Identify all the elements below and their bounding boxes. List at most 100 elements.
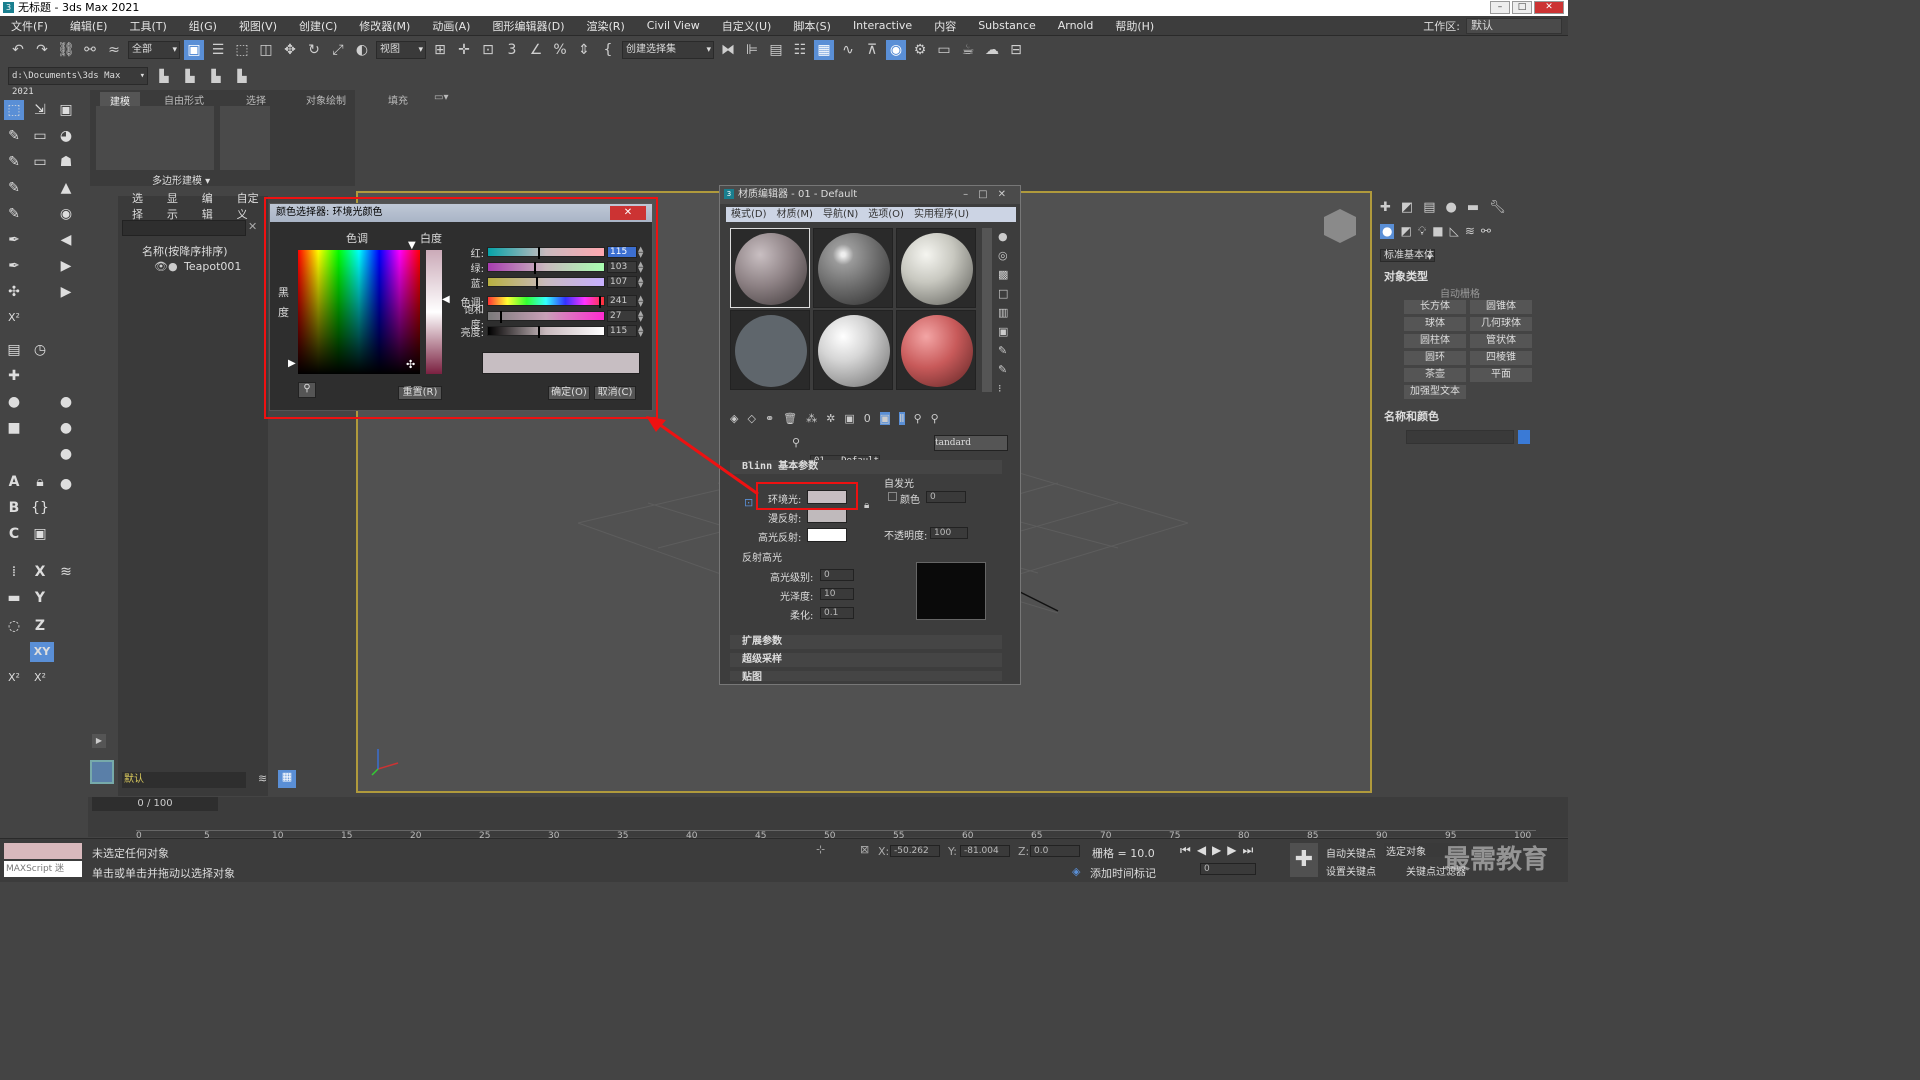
project-path-dropdown[interactable]: d:\Documents\3ds Max 2021 [8, 67, 148, 97]
lights-icon[interactable]: 💡︎ [1418, 224, 1426, 239]
brush-icon[interactable]: ✎ [4, 178, 24, 198]
preview-icon[interactable]: ▣ [998, 325, 1008, 338]
me-menu-navigation[interactable]: 导航(N) [818, 207, 863, 222]
play-icon[interactable]: ▶ [56, 256, 76, 276]
angle-snap-icon[interactable]: ∠ [526, 40, 546, 60]
curve-editor-icon[interactable]: ∿ [838, 40, 858, 60]
layers-icon[interactable]: ≋ [56, 562, 76, 582]
redo-icon[interactable]: ↷ [32, 40, 52, 60]
text-a-icon[interactable]: A [4, 472, 24, 492]
circle-icon[interactable]: ● [56, 392, 76, 412]
cameras-icon[interactable]: ■ [1432, 224, 1443, 239]
window-crossing-icon[interactable]: ◫ [256, 40, 276, 60]
menu-arnold[interactable]: Arnold [1047, 19, 1105, 32]
spacewarps-icon[interactable]: ≋ [1465, 224, 1475, 239]
motion-tab-icon[interactable]: ● [1446, 200, 1457, 215]
place-icon[interactable]: ◐ [352, 40, 372, 60]
maximize-button[interactable]: □ [1512, 1, 1532, 14]
video-check-icon[interactable]: ▥ [998, 306, 1008, 319]
me-menu-modes[interactable]: 模式(D) [726, 207, 772, 222]
stack-icon[interactable]: ▤ [4, 340, 24, 360]
object-type-header[interactable]: 对象类型 [1384, 268, 1428, 284]
axis-z-icon[interactable]: Z [30, 616, 50, 636]
tab-object-paint[interactable]: 对象绘制 [306, 92, 346, 107]
menu-edit[interactable]: 编辑(E) [59, 18, 119, 34]
slots-scrollbar[interactable] [982, 228, 992, 392]
sphere2-icon[interactable]: ◉ [56, 204, 76, 224]
helpers-icon[interactable]: ◺ [1450, 224, 1459, 239]
soften-value[interactable]: 0.1 [820, 607, 854, 619]
project-settings-icon[interactable]: ▙ [232, 66, 252, 86]
show-end-result-icon[interactable]: Ⅱ [899, 412, 905, 425]
mirror-icon[interactable]: ⧓ [718, 40, 738, 60]
reset-button[interactable]: 重置(R) [398, 386, 442, 400]
undo-icon[interactable]: ↶ [8, 40, 28, 60]
tube-button[interactable]: 管状体 [1470, 334, 1532, 348]
expand-arrow-icon[interactable]: ▶ [92, 734, 106, 748]
layer-grid-icon[interactable]: ▦ [278, 770, 296, 788]
scene-search-clear-icon[interactable]: ✕ [248, 220, 257, 233]
dotted-circle-icon[interactable]: ◌ [4, 616, 24, 636]
menu-modifiers[interactable]: 修改器(M) [348, 18, 421, 34]
align-icon[interactable]: ⊫ [742, 40, 762, 60]
specular-color-swatch[interactable] [807, 528, 847, 542]
brace-icon[interactable]: {} [30, 498, 50, 518]
put-to-library-icon[interactable]: ▣ [844, 412, 854, 425]
ok-button[interactable]: 确定(O) [548, 386, 590, 400]
background-icon[interactable]: ▩ [998, 268, 1008, 281]
speaker-icon[interactable]: ◀ [56, 230, 76, 250]
minimize-button[interactable]: – [1490, 1, 1510, 14]
spec-level-value[interactable]: 0 [820, 569, 854, 581]
blue-slider[interactable] [487, 277, 605, 289]
maps-rollout[interactable]: 贴图 [730, 671, 1002, 681]
scene-item-teapot[interactable]: Teapot001 [184, 260, 241, 273]
saturation-spinner-icon[interactable]: ▲ ▼ [638, 310, 644, 323]
pen-icon[interactable]: ✎ [4, 204, 24, 224]
menu-views[interactable]: 视图(V) [228, 18, 288, 34]
material-type-button[interactable]: tandard (Legacy [934, 435, 1008, 451]
viewport-icon[interactable]: ▣ [56, 100, 76, 120]
hue-slider[interactable] [487, 296, 605, 308]
scene-tab-select[interactable]: 选择 [132, 190, 153, 222]
menu-tools[interactable]: 工具(T) [118, 18, 177, 34]
menu-graph-editors[interactable]: 图形编辑器(D) [481, 18, 575, 34]
create-project-icon[interactable]: ▙ [180, 66, 200, 86]
geometry-icon[interactable]: ● [1380, 224, 1395, 239]
y-coord[interactable]: -81.004 [960, 845, 1010, 857]
shapes-icon[interactable]: ◩ [1400, 224, 1411, 239]
selection-filter-dropdown[interactable]: 全部 [128, 41, 180, 59]
mat-id-icon[interactable]: 0 [864, 412, 871, 425]
supersampling-rollout[interactable]: 超级采样 [730, 653, 1002, 667]
link-icon[interactable]: ⛓ [56, 40, 76, 60]
xform3-icon[interactable]: X² [30, 668, 50, 688]
ruler-icon[interactable]: ▬ [4, 588, 24, 608]
text-c-icon[interactable]: C [4, 524, 24, 544]
save-icon[interactable]: ▣ [30, 524, 50, 544]
diffuse-color-swatch[interactable] [807, 509, 847, 523]
rotate-icon[interactable]: ↻ [304, 40, 324, 60]
opacity-value[interactable]: 100 [930, 527, 968, 539]
close-button[interactable]: ✕ [1534, 1, 1564, 14]
go-parent-icon[interactable]: ⚲ [914, 412, 922, 425]
layer-explorer-icon[interactable]: ☷ [790, 40, 810, 60]
sphere-button[interactable]: 球体 [1404, 317, 1466, 331]
scene-tab-display[interactable]: 显示 [167, 190, 188, 222]
unlink-icon[interactable]: ⚯ [80, 40, 100, 60]
xform2-icon[interactable]: X² [4, 668, 24, 688]
me-menu-material[interactable]: 材质(M) [772, 207, 818, 222]
sample-type-icon[interactable]: ● [998, 230, 1008, 243]
blinn-params-rollout[interactable]: Blinn 基本参数 [730, 460, 1002, 474]
tab-freeform[interactable]: 自由形式 [164, 92, 204, 107]
layer-dropdown[interactable]: 默认 [122, 772, 246, 788]
lasso-icon[interactable]: ✎ [4, 126, 24, 146]
scene-tab-edit[interactable]: 编辑 [202, 190, 223, 222]
sample-slot-4[interactable] [730, 310, 810, 390]
create-tab-icon[interactable]: ✚ [1380, 200, 1391, 215]
value-value[interactable]: 115 [607, 325, 637, 337]
cone-button[interactable]: 圆锥体 [1470, 300, 1532, 314]
pick-from-object-icon[interactable]: ⚲ [792, 436, 800, 449]
pen2-icon[interactable]: ✒ [4, 230, 24, 250]
value-slider[interactable] [487, 326, 605, 338]
scene-column-header[interactable]: 名称(按降序排序) [142, 243, 228, 259]
play2-icon[interactable]: ▶ [56, 282, 76, 302]
